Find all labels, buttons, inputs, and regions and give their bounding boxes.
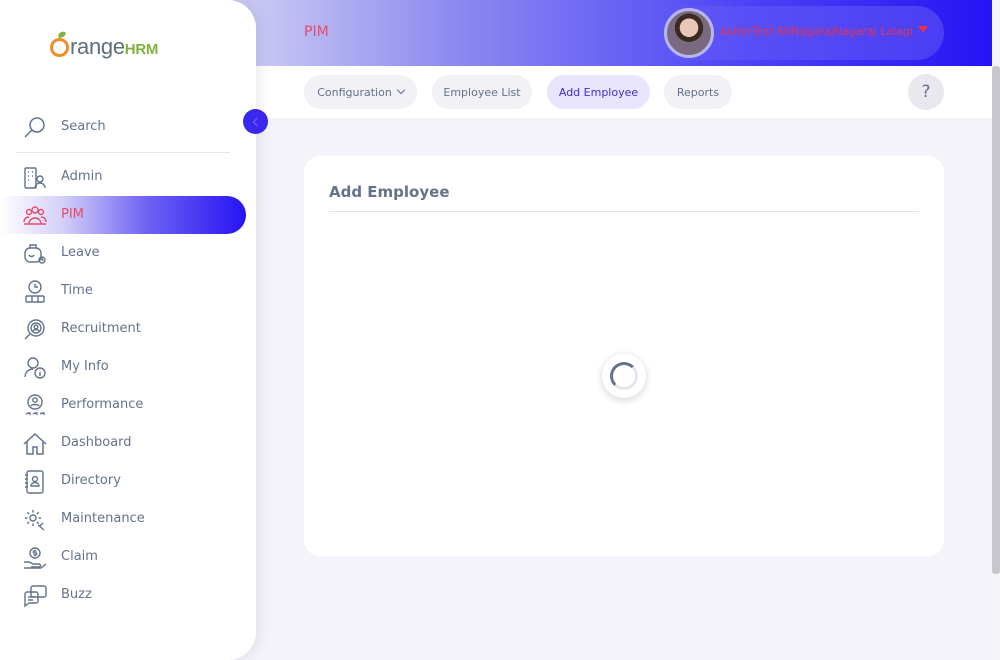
claim-icon xyxy=(23,546,47,570)
pim-icon xyxy=(23,204,47,228)
sidebar-item-label: Recruitment xyxy=(61,321,141,336)
sidebar-item-label: Leave xyxy=(61,245,100,260)
sidebar-item-label: Claim xyxy=(61,549,98,564)
search-label: Search xyxy=(61,119,106,134)
tab-employee-list[interactable]: Employee List xyxy=(432,75,532,109)
scrollbar-thumb[interactable] xyxy=(992,66,1000,574)
tab-add-employee-label: Add Employee xyxy=(558,85,639,99)
card-divider xyxy=(329,211,919,212)
sidebar-item-label: Admin xyxy=(61,169,103,184)
sidebar-item-my-info[interactable]: My Info xyxy=(0,348,246,386)
module-title: PIM xyxy=(304,24,329,40)
directory-icon xyxy=(23,470,47,494)
sidebar-item-label: Maintenance xyxy=(61,511,145,526)
sidebar-item-time[interactable]: Time xyxy=(0,272,246,310)
sidebar-item-admin[interactable]: Admin xyxy=(0,158,246,196)
admin-icon xyxy=(23,166,47,190)
sidebar-item-label: Buzz xyxy=(61,587,92,602)
search-icon xyxy=(23,116,47,140)
tab-reports-label: Reports xyxy=(676,85,720,99)
caret-down-icon[interactable] xyxy=(918,26,928,33)
dashboard-icon xyxy=(23,432,47,456)
sidebar-item-label: Directory xyxy=(61,473,121,488)
sidebar-item-performance[interactable]: Performance xyxy=(0,386,246,424)
sidebar-item-leave[interactable]: Leave xyxy=(0,234,246,272)
sidebar-item-label: Dashboard xyxy=(61,435,132,450)
sidebar-item-directory[interactable]: Directory xyxy=(0,462,246,500)
loading-spinner xyxy=(602,354,646,398)
logo-text: range xyxy=(70,34,125,59)
user-name[interactable]: AsherTest 60NagarajNagaraj Lalagi xyxy=(720,25,913,38)
sidebar-item-pim[interactable]: PIM xyxy=(0,196,246,234)
chevron-down-icon xyxy=(396,85,406,95)
sidebar-item-recruitment[interactable]: Recruitment xyxy=(0,310,246,348)
help-button[interactable]: ? xyxy=(908,74,944,110)
chevron-left-icon xyxy=(252,117,262,126)
search-divider xyxy=(16,152,230,153)
sidebar-item-label: PIM xyxy=(61,207,84,222)
time-icon xyxy=(23,280,47,304)
logo-suffix: HRM xyxy=(124,41,159,58)
tab-employee-list-label: Employee List xyxy=(443,85,521,99)
recruitment-icon xyxy=(23,318,47,342)
maintenance-icon xyxy=(23,508,47,532)
sidebar-item-buzz[interactable]: Buzz xyxy=(0,576,246,614)
performance-icon xyxy=(23,394,47,418)
user-avatar[interactable] xyxy=(664,8,714,58)
add-employee-card: Add Employee xyxy=(304,156,944,556)
sidebar-item-label: Time xyxy=(61,283,93,298)
leave-icon xyxy=(23,242,47,266)
collapse-sidebar-button[interactable] xyxy=(243,109,268,134)
sidebar-item-dashboard[interactable]: Dashboard xyxy=(0,424,246,462)
user-dropdown[interactable]: AsherTest 60NagarajNagaraj Lalagi xyxy=(660,6,944,60)
top-nav-tabs: Configuration Employee List Add Employee… xyxy=(256,66,992,118)
sidebar-item-claim[interactable]: Claim xyxy=(0,538,246,576)
my-info-icon xyxy=(23,356,47,380)
orange-icon xyxy=(50,38,69,57)
tab-reports[interactable]: Reports xyxy=(664,75,732,109)
orangehrm-logo[interactable]: rangeHRM xyxy=(50,34,158,60)
sidebar-search[interactable]: Search xyxy=(0,108,246,146)
card-title: Add Employee xyxy=(329,183,450,201)
tab-configuration[interactable]: Configuration xyxy=(304,75,417,109)
sidebar: rangeHRM Search Admin PIM Leave Time Rec… xyxy=(0,0,256,660)
sidebar-item-maintenance[interactable]: Maintenance xyxy=(0,500,246,538)
tab-add-employee[interactable]: Add Employee xyxy=(547,75,650,109)
tab-configuration-label: Configuration xyxy=(317,85,392,99)
sidebar-item-label: My Info xyxy=(61,359,109,374)
buzz-icon xyxy=(23,584,47,608)
sidebar-item-label: Performance xyxy=(61,397,144,412)
